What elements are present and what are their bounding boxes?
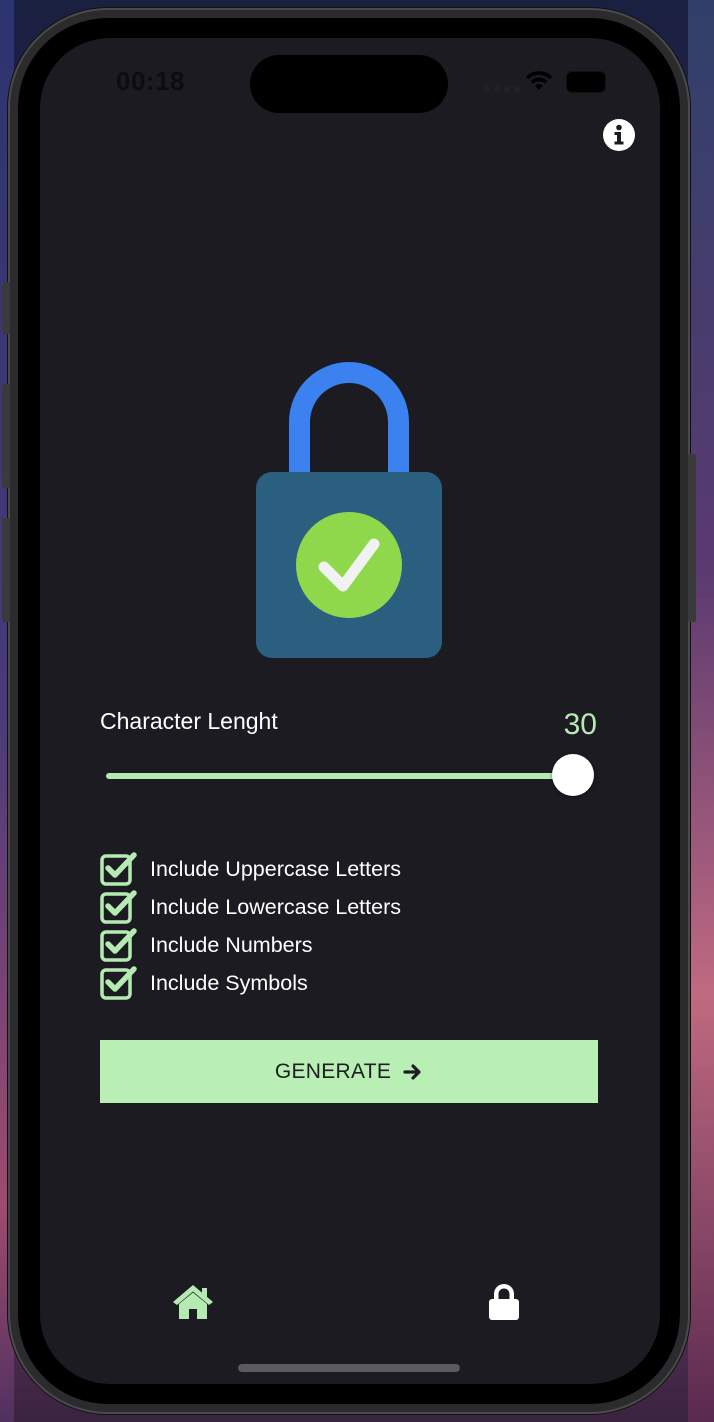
character-length-value: 30	[563, 708, 597, 741]
options-list: Include Uppercase Letters Include Lowerc…	[100, 850, 401, 1002]
option-label: Include Uppercase Letters	[150, 856, 401, 881]
battery-icon	[566, 71, 606, 93]
checkbox-checked-icon[interactable]	[100, 966, 138, 1000]
option-numbers[interactable]: Include Numbers	[100, 926, 401, 964]
option-uppercase[interactable]: Include Uppercase Letters	[100, 850, 401, 888]
arrow-right-icon	[403, 1063, 421, 1080]
wifi-icon	[526, 71, 552, 90]
mute-switch	[2, 282, 10, 334]
character-length-label: Character Lenght	[100, 708, 278, 734]
padlock-checkmark-icon	[256, 362, 442, 658]
option-label: Include Lowercase Letters	[150, 894, 401, 919]
generate-button[interactable]: GENERATE	[100, 1040, 598, 1103]
length-slider-thumb[interactable]	[552, 754, 594, 796]
cellular-signal-icon	[484, 86, 520, 92]
power-button	[688, 454, 696, 622]
volume-up-button	[2, 384, 10, 488]
option-label: Include Symbols	[150, 970, 308, 995]
wallpaper-right-edge	[688, 0, 714, 1422]
volume-down-button	[2, 518, 10, 622]
option-symbols[interactable]: Include Symbols	[100, 964, 401, 1002]
generate-button-label: GENERATE	[274, 1059, 392, 1083]
home-icon[interactable]	[171, 1282, 215, 1322]
option-lowercase[interactable]: Include Lowercase Letters	[100, 888, 401, 926]
status-time: 00:18	[116, 66, 185, 96]
dynamic-island	[250, 55, 448, 113]
option-label: Include Numbers	[150, 932, 313, 957]
app-screen: 00:18 Character Lenght 30 Include Upperc…	[40, 38, 660, 1384]
checkbox-checked-icon[interactable]	[100, 890, 138, 924]
home-indicator	[238, 1364, 460, 1372]
info-circle-icon[interactable]	[602, 118, 636, 152]
checkbox-checked-icon[interactable]	[100, 928, 138, 962]
lock-icon[interactable]	[486, 1282, 522, 1322]
length-slider-track[interactable]	[106, 773, 568, 779]
checkbox-checked-icon[interactable]	[100, 852, 138, 886]
